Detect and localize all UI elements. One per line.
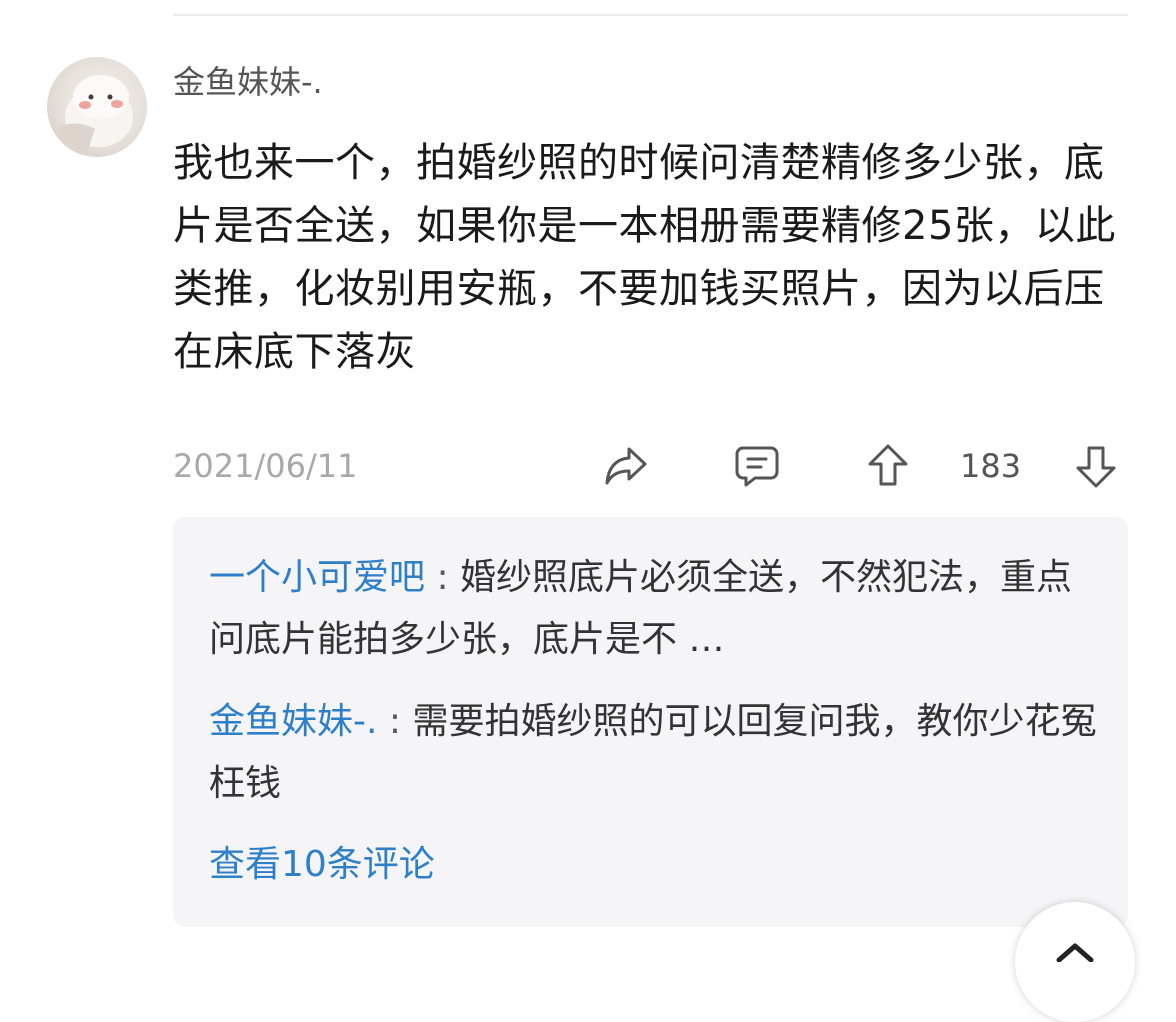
reply-separator: : — [425, 557, 461, 598]
top-divider — [173, 14, 1128, 16]
scroll-to-top-button[interactable] — [1015, 902, 1135, 1022]
comment-text: 我也来一个，拍婚纱照的时候问清楚精修多少张，底片是否全送，如果你是一本相册需要精… — [173, 140, 1116, 375]
reply-separator: : — [377, 701, 413, 742]
comment-icon[interactable] — [733, 444, 781, 488]
upvote-count: 183 — [960, 447, 1022, 485]
reply-item[interactable]: 一个小可爱吧 : 婚纱照底片必须全送，不然犯法，重点问底片能拍多少张，底片是不 … — [209, 547, 1099, 671]
avatar[interactable] — [47, 57, 147, 157]
comment-username[interactable]: 金鱼妹妹-. — [173, 62, 323, 102]
share-icon[interactable] — [603, 443, 649, 487]
reply-author[interactable]: 一个小可爱吧 — [209, 557, 425, 598]
upvote-icon[interactable] — [866, 442, 910, 488]
avatar-image — [59, 75, 133, 153]
chevron-up-icon — [1056, 943, 1094, 963]
downvote-icon[interactable] — [1074, 444, 1118, 490]
comment-date: 2021/06/11 — [173, 447, 358, 485]
reply-item[interactable]: 金鱼妹妹-. : 需要拍婚纱照的可以回复问我，教你少花冤枉钱 — [209, 691, 1099, 815]
view-all-comments-link[interactable]: 查看10条评论 — [209, 842, 435, 888]
replies-preview: 一个小可爱吧 : 婚纱照底片必须全送，不然犯法，重点问底片能拍多少张，底片是不 … — [173, 517, 1128, 927]
reply-author[interactable]: 金鱼妹妹-. — [209, 701, 377, 742]
